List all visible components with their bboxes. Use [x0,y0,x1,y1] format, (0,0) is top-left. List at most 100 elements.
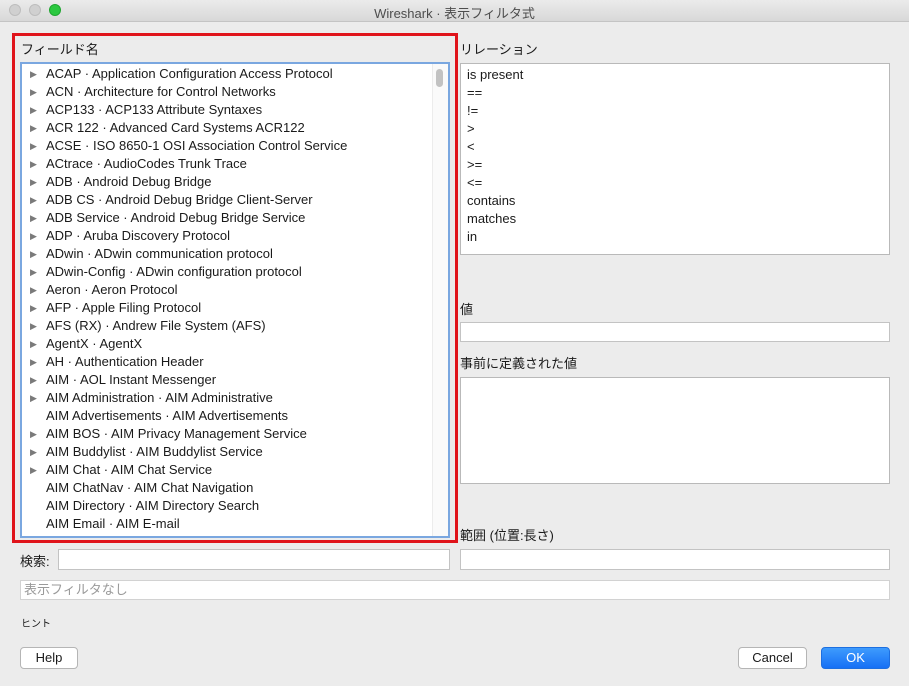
field-tree-row[interactable]: ▶ ADB · Android Debug Bridge [22,173,432,191]
disclosure-triangle-right-icon[interactable]: ▶ [30,137,37,155]
disclosure-triangle-right-icon[interactable]: ▶ [30,425,37,443]
field-tree-row-label: Aeron · Aeron Protocol [46,282,178,297]
field-tree-row-label: ACN · Architecture for Control Networks [46,84,276,99]
disclosure-triangle-right-icon[interactable]: ▶ [30,209,37,227]
field-tree-row-label: AIM Generic · AIM Generic Service [46,534,248,536]
field-tree-row[interactable]: ▶ AIM · AOL Instant Messenger [22,371,432,389]
disclosure-triangle-right-icon[interactable]: ▶ [30,191,37,209]
disclosure-triangle-right-icon[interactable]: ▶ [30,389,37,407]
disclosure-triangle-right-icon[interactable]: ▶ [30,443,37,461]
field-tree-row[interactable]: ▶ AIM Generic · AIM Generic Service [22,533,432,536]
field-tree-row-label: ADwin-Config · ADwin configuration proto… [46,264,302,279]
field-tree-row[interactable]: ▶ ADB Service · Android Debug Bridge Serv… [22,209,432,227]
disclosure-triangle-right-icon[interactable]: ▶ [30,371,37,389]
relation-list[interactable]: is present == != > < >= <= contains matches in [460,63,890,255]
field-tree-row[interactable]: ▶ AH · Authentication Header [22,353,432,371]
field-tree[interactable]: ▶ ACAP · Application Configuration Access… [20,62,450,538]
field-name-label: フィールド名 [21,42,99,57]
disclosure-triangle-right-icon[interactable]: ▶ [30,263,37,281]
predefined-values-label: 事前に定義された値 [460,356,578,371]
disclosure-triangle-right-icon[interactable]: ▶ [30,65,37,83]
disclosure-triangle-right-icon[interactable]: ▶ [30,83,37,101]
field-tree-row-label: ADwin · ADwin communication protocol [46,246,273,261]
field-tree-row[interactable]: ▶ ACAP · Application Configuration Access… [22,65,432,83]
field-tree-row-label: ACAP · Application Configuration Access … [46,66,333,81]
disclosure-triangle-right-icon[interactable]: ▶ [30,173,37,191]
relation-item[interactable]: in [461,228,889,246]
field-tree-row[interactable]: ▶ AIM BOS · AIM Privacy Management Servic… [22,425,432,443]
field-tree-row[interactable]: ▶ ACP133 · ACP133 Attribute Syntaxes [22,101,432,119]
relation-items: is present == != > < >= <= contains matches in [461,64,889,246]
field-tree-row[interactable]: AIM Directory · AIM Directory Search [22,497,432,515]
field-tree-row-label: ADP · Aruba Discovery Protocol [46,228,230,243]
field-tree-row[interactable]: ▶ ACSE · ISO 8650-1 OSI Association Contr… [22,137,432,155]
field-tree-row[interactable]: ▶ ADB CS · Android Debug Bridge Client-Se… [22,191,432,209]
scrollbar-thumb[interactable] [436,69,443,87]
relation-item[interactable]: > [461,120,889,138]
field-tree-row-label: AH · Authentication Header [46,354,204,369]
field-tree-row[interactable]: ▶ Aeron · Aeron Protocol [22,281,432,299]
predefined-values-list[interactable] [460,377,890,484]
field-tree-row-label: AIM BOS · AIM Privacy Management Service [46,426,307,441]
relation-item[interactable]: == [461,84,889,102]
field-tree-row-label: AIM Chat · AIM Chat Service [46,462,213,477]
field-tree-row-label: AFP · Apple Filing Protocol [46,300,202,315]
relation-item[interactable]: contains [461,192,889,210]
search-input[interactable] [58,549,450,570]
field-tree-row[interactable]: ▶ AFP · Apple Filing Protocol [22,299,432,317]
field-tree-row-label: AIM Advertisements · AIM Advertisements [46,408,289,423]
cancel-button[interactable]: Cancel [738,647,807,669]
field-tree-row[interactable]: ▶ AFS (RX) · Andrew File System (AFS) [22,317,432,335]
window-title: Wireshark · 表示フィルタ式 [374,6,535,21]
disclosure-triangle-right-icon[interactable]: ▶ [30,245,37,263]
field-tree-row[interactable]: ▶ ACR 122 · Advanced Card Systems ACR122 [22,119,432,137]
field-tree-row[interactable]: ▶ ACN · Architecture for Control Networks [22,83,432,101]
field-tree-row[interactable]: AIM ChatNav · AIM Chat Navigation [22,479,432,497]
disclosure-triangle-right-icon[interactable]: ▶ [30,119,37,137]
field-tree-row-label: AIM Email · AIM E-mail [46,516,180,531]
field-tree-row[interactable]: ▶ ADP · Aruba Discovery Protocol [22,227,432,245]
field-tree-row[interactable]: AIM Advertisements · AIM Advertisements [22,407,432,425]
relation-item[interactable]: != [461,102,889,120]
field-tree-row[interactable]: ▶ AIM Buddylist · AIM Buddylist Service [22,443,432,461]
field-tree-row-label: ACSE · ISO 8650-1 OSI Association Contro… [46,138,348,153]
field-tree-row[interactable]: ▶ AIM Chat · AIM Chat Service [22,461,432,479]
disclosure-triangle-right-icon[interactable]: ▶ [30,227,37,245]
disclosure-triangle-right-icon[interactable]: ▶ [30,101,37,119]
disclosure-triangle-right-icon[interactable]: ▶ [30,353,37,371]
disclosure-triangle-right-icon[interactable]: ▶ [30,281,37,299]
field-tree-row[interactable]: AIM Email · AIM E-mail [22,515,432,533]
ok-button[interactable]: OK [821,647,890,669]
field-tree-row-label: AgentX · AgentX [46,336,143,351]
hint-label: ヒント [21,619,51,630]
value-label: 値 [460,302,474,317]
field-tree-row[interactable]: ▶ AIM Administration · AIM Administrative [22,389,432,407]
relation-item[interactable]: >= [461,156,889,174]
field-tree-row[interactable]: ▶ ADwin-Config · ADwin configuration prot… [22,263,432,281]
field-tree-row-label: AIM ChatNav · AIM Chat Navigation [46,480,254,495]
field-tree-row[interactable]: ▶ ACtrace · AudioCodes Trunk Trace [22,155,432,173]
relation-item[interactable]: < [461,138,889,156]
help-button[interactable]: Help [20,647,78,669]
field-tree-row-label: AFS (RX) · Andrew File System (AFS) [46,318,266,333]
field-tree-row-label: ACP133 · ACP133 Attribute Syntaxes [46,102,263,117]
disclosure-triangle-right-icon[interactable]: ▶ [30,317,37,335]
range-label: 範囲 (位置:長さ) [460,528,554,543]
disclosure-triangle-right-icon[interactable]: ▶ [30,155,37,173]
field-tree-row-label: AIM · AOL Instant Messenger [46,372,217,387]
value-input[interactable] [460,322,890,342]
disclosure-triangle-right-icon[interactable]: ▶ [30,533,37,536]
range-input[interactable] [460,549,890,570]
relation-item[interactable]: is present [461,66,889,84]
filter-expression-field: 表示フィルタなし [20,580,890,600]
field-tree-row[interactable]: ▶ ADwin · ADwin communication protocol [22,245,432,263]
relation-item[interactable]: matches [461,210,889,228]
disclosure-triangle-right-icon[interactable]: ▶ [30,299,37,317]
field-tree-row-label: ACtrace · AudioCodes Trunk Trace [46,156,247,171]
search-label: 検索: [20,554,50,569]
relation-item[interactable]: <= [461,174,889,192]
field-tree-scrollbar[interactable] [432,64,448,536]
field-tree-row[interactable]: ▶ AgentX · AgentX [22,335,432,353]
disclosure-triangle-right-icon[interactable]: ▶ [30,461,37,479]
disclosure-triangle-right-icon[interactable]: ▶ [30,335,37,353]
